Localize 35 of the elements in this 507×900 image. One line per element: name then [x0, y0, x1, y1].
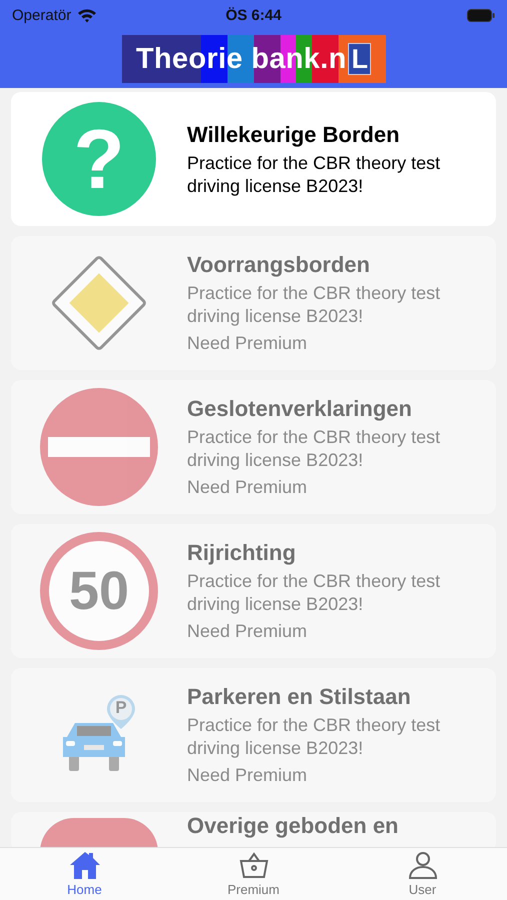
- tab-button[interactable]: User: [338, 848, 507, 900]
- home-icon: [68, 851, 100, 879]
- category-title: Rijrichting: [187, 539, 297, 567]
- category-description: Practice for the CBR theory test driving license B2023!: [187, 426, 442, 472]
- speed-limit-sign: 50: [40, 532, 158, 650]
- category-description: Practice for the CBR theory test driving license B2023!: [187, 570, 442, 616]
- category-card[interactable]: Geslotenverklaringen Practice for the CBR theory test driving license B2023! Need Premium: [11, 380, 496, 514]
- battery-icon: [467, 8, 495, 22]
- clock-time: ÖS 6:44: [226, 6, 282, 24]
- premium-note: Need Premium: [187, 332, 308, 355]
- category-card[interactable]: P Parkeren en Stilstaan Practice for the CBR theory test driving license B2023! Need Premium: [11, 668, 496, 802]
- basket-icon: [238, 851, 270, 879]
- category-title: Geslotenverklaringen: [187, 395, 413, 423]
- premium-note: Need Premium: [187, 764, 308, 787]
- category-description: Practice for the CBR theory test driving license B2023!: [187, 282, 442, 328]
- category-card[interactable]: 50 Rijrichting Practice for the CBR theory test driving license B2023! Need Premium: [11, 524, 496, 658]
- premium-note: Need Premium: [187, 620, 308, 643]
- category-title: Willekeurige Borden: [187, 120, 401, 148]
- category-description: Practice for the CBR theory test driving license B2023!: [187, 152, 442, 198]
- question-mark-icon: ?: [42, 102, 156, 216]
- category-title: Overige geboden en: [187, 812, 398, 840]
- premium-note: Need Premium: [187, 476, 308, 499]
- category-title: Voorrangsborden: [187, 251, 371, 279]
- category-card[interactable]: Voorrangsborden Practice for the CBR theory test driving license B2023! Need Premium: [11, 236, 496, 370]
- wifi-icon: [77, 8, 98, 22]
- parking-letter: P: [114, 698, 128, 718]
- category-description: Practice for the CBR theory test driving license B2023!: [187, 714, 442, 760]
- tab-button[interactable]: Home: [0, 848, 169, 900]
- user-icon: [406, 851, 438, 879]
- no-entry-sign-icon: [40, 388, 158, 506]
- carrier-name: Operatör: [12, 6, 72, 24]
- category-card[interactable]: Overige geboden en: [11, 812, 496, 847]
- category-title: Parkeren en Stilstaan: [187, 683, 412, 711]
- category-card[interactable]: ? Willekeurige Borden Practice for the CBR theory test driving license B2023!: [11, 92, 496, 226]
- tab-button[interactable]: Premium: [169, 848, 338, 900]
